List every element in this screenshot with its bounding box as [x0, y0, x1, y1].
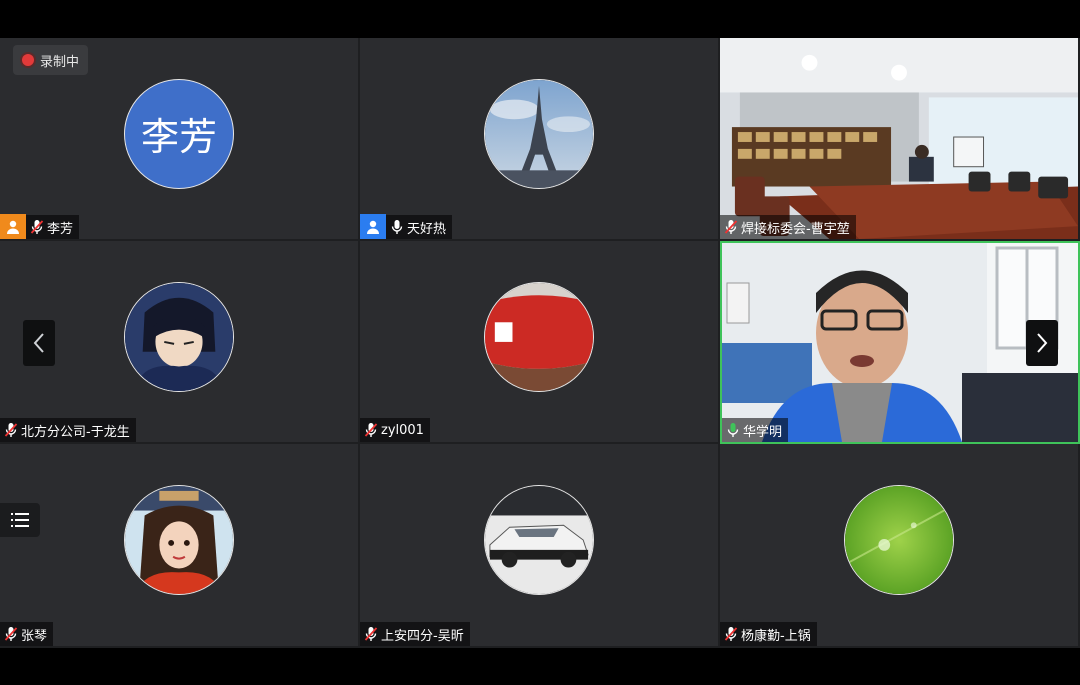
mic-muted-icon	[724, 220, 738, 234]
video-feed	[720, 38, 1078, 239]
participant-tile-5[interactable]: zyl001	[360, 241, 720, 444]
name-tag: zyl001	[360, 418, 430, 442]
participant-name: 华学明	[743, 424, 783, 440]
avatar	[124, 485, 234, 595]
participant-tile-7[interactable]: 张琴	[0, 444, 360, 648]
avatar: 李芳	[124, 78, 234, 189]
name-tag: 天好热	[360, 214, 453, 239]
participant-name: 上安四分-吴昕	[381, 628, 464, 644]
list-menu-button[interactable]	[0, 503, 40, 537]
participant-name: 李芳	[47, 221, 74, 237]
name-tag: 华学明	[722, 418, 789, 442]
mic-speaking-icon	[727, 423, 739, 437]
mic-icon	[391, 220, 403, 234]
name-tag: 北方分公司-于龙生	[0, 418, 136, 442]
participant-name: zyl001	[381, 422, 424, 438]
mic-muted-icon	[30, 220, 44, 234]
chevron-left-icon	[33, 333, 44, 353]
avatar	[484, 485, 594, 595]
participant-tile-9[interactable]: 杨康勤-上锅	[720, 444, 1080, 648]
participant-name: 天好热	[407, 221, 447, 237]
participant-name: 焊接标委会-曹宇堃	[741, 221, 850, 237]
mic-muted-icon	[4, 423, 18, 437]
recording-indicator[interactable]: 录制中	[13, 45, 89, 75]
name-tag: 上安四分-吴昕	[360, 622, 470, 646]
avatar	[844, 485, 954, 595]
name-tag: 杨康勤-上锅	[720, 622, 817, 646]
recording-label: 录制中	[40, 54, 80, 70]
cohost-badge-icon	[360, 214, 386, 239]
avatar-text: 李芳	[140, 115, 217, 159]
name-tag: 李芳	[0, 214, 80, 239]
participant-tile-8[interactable]: 上安四分-吴昕	[360, 444, 720, 648]
avatar	[124, 281, 234, 392]
avatar	[484, 78, 594, 189]
participant-name: 北方分公司-于龙生	[21, 424, 130, 440]
name-tag: 张琴	[0, 622, 54, 646]
participant-tile-2[interactable]: 天好热	[360, 38, 720, 241]
next-page-button[interactable]	[1026, 320, 1058, 366]
host-badge-icon	[0, 214, 26, 239]
prev-page-button[interactable]	[23, 320, 55, 366]
participant-name: 杨康勤-上锅	[741, 628, 811, 644]
name-tag: 焊接标委会-曹宇堃	[720, 215, 856, 239]
record-dot-icon	[22, 54, 34, 66]
mic-muted-icon	[364, 627, 378, 641]
mic-muted-icon	[724, 627, 738, 641]
participant-tile-3[interactable]: 焊接标委会-曹宇堃	[720, 38, 1080, 241]
participant-name: 张琴	[21, 628, 48, 644]
avatar	[484, 281, 594, 392]
mic-muted-icon	[364, 423, 378, 437]
video-grid: 李芳 李芳 天好热 焊接标委会-曹宇堃 北方分公司-于龙生 zyl001 华学明…	[0, 38, 1080, 648]
mic-muted-icon	[4, 627, 18, 641]
video-feed	[722, 243, 1078, 442]
list-icon	[11, 513, 29, 527]
chevron-right-icon	[1037, 333, 1048, 353]
